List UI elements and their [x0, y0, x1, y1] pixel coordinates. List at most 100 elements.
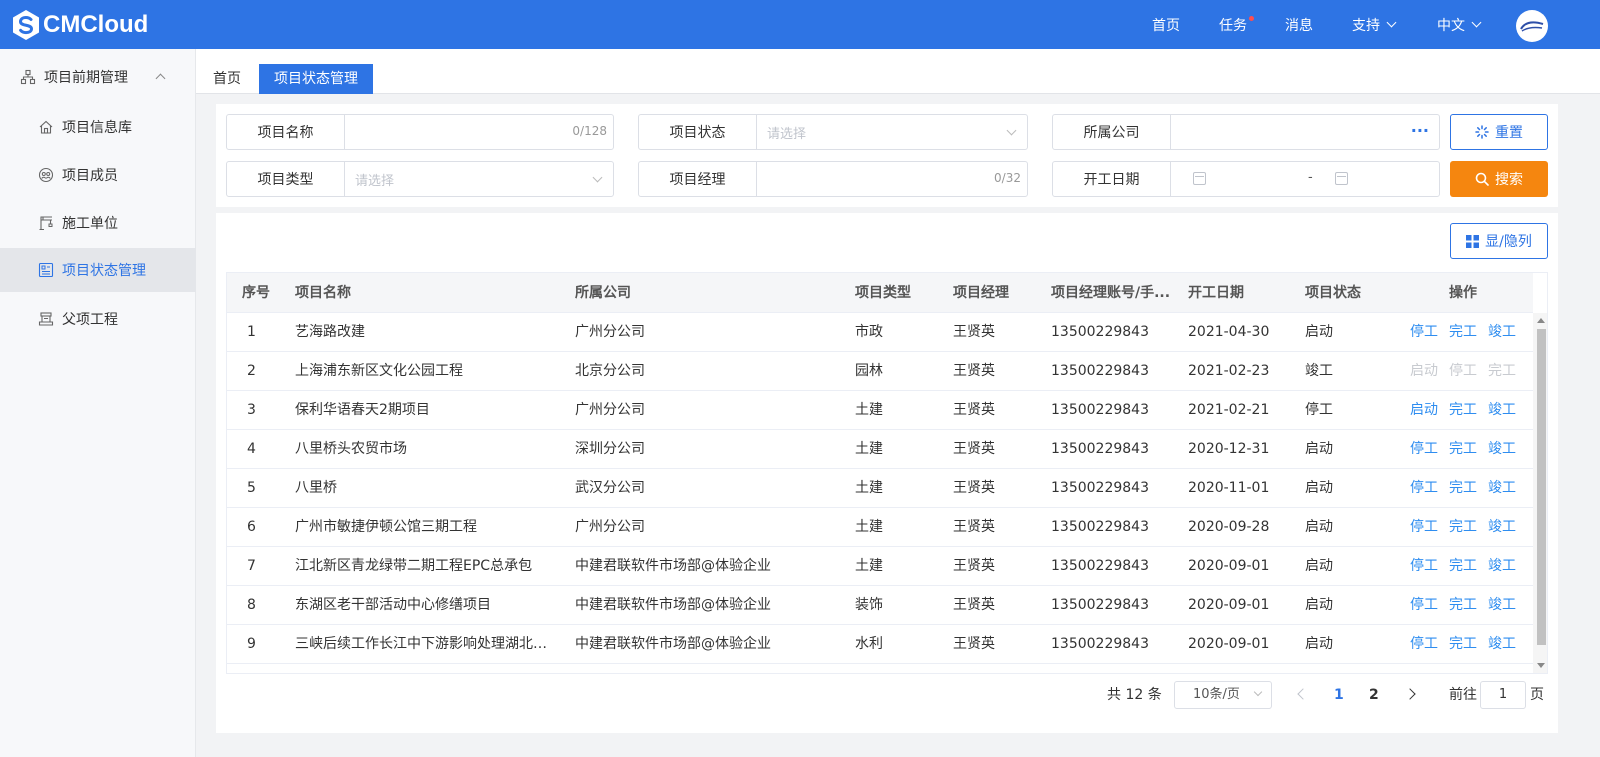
- sidebar-item-project-members[interactable]: 项目成员: [0, 153, 196, 197]
- table-row: 4 八里桥头农贸市场 深圳分公司 土建 王贤英 13500229843 2020-12-31…: [227, 430, 1533, 469]
- row-action-link[interactable]: 竣工: [1488, 430, 1516, 469]
- sidebar-item-project-library[interactable]: 项目信息库: [0, 105, 196, 149]
- loading-icon: [1475, 125, 1489, 139]
- scroll-up-icon[interactable]: [1537, 318, 1545, 323]
- nav-messages-label: 消息: [1285, 17, 1313, 34]
- nav-support-label: 支持: [1352, 17, 1380, 34]
- project-icon: [38, 312, 54, 326]
- scrollbar-thumb[interactable]: [1537, 329, 1546, 645]
- search-label: 搜索: [1495, 172, 1523, 188]
- select-placeholder: 请选择: [355, 173, 395, 189]
- row-action-link[interactable]: 停工: [1410, 313, 1438, 352]
- cell-project-type: 装饰: [855, 597, 883, 613]
- row-action-link[interactable]: 完工: [1449, 430, 1477, 469]
- cell-account: 13500229843: [1051, 636, 1149, 652]
- cell-company: 中建君联软件市场部@体验企业: [575, 636, 771, 652]
- row-action-link[interactable]: 停工: [1410, 508, 1438, 547]
- row-action-link[interactable]: 启动: [1410, 391, 1438, 430]
- chevron-up-icon: [155, 73, 166, 84]
- row-action-link[interactable]: 完工: [1449, 625, 1477, 664]
- cell-status: 停工: [1305, 402, 1333, 418]
- tab-bar: 首页 项目状态管理: [196, 49, 1600, 94]
- cell-index: 8: [247, 597, 256, 613]
- brand-logo[interactable]: CMCloud: [10, 8, 148, 42]
- row-action-link[interactable]: 竣工: [1488, 586, 1516, 625]
- cell-status: 启动: [1305, 441, 1333, 457]
- project-status-select[interactable]: 请选择: [757, 115, 1027, 149]
- project-type-filter: 项目类型 请选择: [226, 161, 614, 197]
- page-size-select[interactable]: 10条/页: [1174, 681, 1272, 709]
- row-action-link[interactable]: 完工: [1449, 547, 1477, 586]
- cell-manager: 王贤英: [953, 324, 995, 340]
- row-action-link[interactable]: 完工: [1449, 586, 1477, 625]
- page-2[interactable]: 2: [1369, 681, 1379, 709]
- cmcloud-logo-icon: [13, 10, 39, 40]
- start-date-filter: 开工日期 -: [1052, 161, 1440, 197]
- org-chart-icon: [20, 69, 36, 85]
- cell-project-name: 东湖区老干部活动中心修缮项目: [295, 597, 491, 613]
- project-type-select[interactable]: 请选择: [345, 162, 613, 196]
- cell-start-date: 2021-04-30: [1188, 324, 1270, 340]
- row-action-link[interactable]: 竣工: [1488, 469, 1516, 508]
- cell-start-date: 2021-02-21: [1188, 402, 1270, 418]
- cell-start-date: 2020-09-01: [1188, 597, 1270, 613]
- cell-company: 广州分公司: [575, 519, 645, 535]
- cell-account: 13500229843: [1051, 558, 1149, 574]
- cell-status: 启动: [1305, 480, 1333, 496]
- nav-tasks[interactable]: 任务: [1219, 0, 1254, 49]
- calendar-icon[interactable]: [1193, 172, 1206, 185]
- column-header: 开工日期: [1188, 285, 1244, 301]
- cell-project-type: 市政: [855, 324, 883, 340]
- row-action-link: 启动: [1410, 363, 1438, 379]
- manager-input[interactable]: 0/32: [757, 162, 1027, 196]
- search-button[interactable]: 搜索: [1450, 161, 1548, 197]
- cell-index: 1: [247, 324, 256, 340]
- toggle-columns-button[interactable]: 显/隐列: [1450, 223, 1548, 259]
- row-action-link[interactable]: 竣工: [1488, 391, 1516, 430]
- row-action-link[interactable]: 停工: [1410, 547, 1438, 586]
- sidebar-group-project-preliminary[interactable]: 项目前期管理: [0, 57, 196, 97]
- sidebar-item-parent-project[interactable]: 父项工程: [0, 297, 196, 341]
- project-name-input[interactable]: 0/128: [345, 115, 613, 149]
- row-action-link[interactable]: 竣工: [1488, 508, 1516, 547]
- date-range-picker[interactable]: -: [1171, 162, 1439, 196]
- chevron-down-icon: [592, 172, 603, 183]
- row-action-link[interactable]: 停工: [1410, 430, 1438, 469]
- calendar-icon[interactable]: [1335, 172, 1348, 185]
- more-options-icon[interactable]: ···: [1411, 121, 1429, 140]
- row-action-link[interactable]: 停工: [1410, 625, 1438, 664]
- sidebar-item-construction-units[interactable]: 施工单位: [0, 201, 196, 245]
- tab-home[interactable]: 首页: [198, 64, 256, 94]
- sidebar-item-project-status[interactable]: 项目状态管理: [0, 248, 196, 292]
- user-avatar[interactable]: [1516, 10, 1548, 42]
- row-action-link[interactable]: 停工: [1410, 469, 1438, 508]
- row-action-link[interactable]: 完工: [1449, 508, 1477, 547]
- vertical-scrollbar[interactable]: [1533, 313, 1547, 673]
- row-action-link[interactable]: 竣工: [1488, 547, 1516, 586]
- column-header: 项目经理账号/手...: [1051, 285, 1171, 301]
- scroll-down-icon[interactable]: [1537, 663, 1545, 668]
- cell-project-name: 江北新区青龙绿带二期工程EPC总承包: [295, 558, 533, 574]
- row-action-link[interactable]: 完工: [1449, 469, 1477, 508]
- sidebar-item-label: 施工单位: [62, 216, 118, 232]
- row-action-link[interactable]: 停工: [1410, 586, 1438, 625]
- page-1[interactable]: 1: [1334, 681, 1344, 709]
- cell-account: 13500229843: [1051, 441, 1149, 457]
- reset-button[interactable]: 重置: [1450, 114, 1548, 150]
- table-row: 8 东湖区老干部活动中心修缮项目 中建君联软件市场部@体验企业 装饰 王贤英 135002…: [227, 586, 1533, 625]
- char-count: 0/128: [572, 124, 607, 138]
- row-action-link[interactable]: 完工: [1449, 313, 1477, 352]
- nav-support[interactable]: 支持: [1352, 0, 1397, 49]
- column-header: 操作: [1449, 285, 1477, 301]
- goto-page-input[interactable]: 1: [1480, 681, 1526, 709]
- row-action-link[interactable]: 竣工: [1488, 625, 1516, 664]
- nav-home[interactable]: 首页: [1152, 0, 1180, 49]
- company-input[interactable]: ···: [1171, 115, 1439, 149]
- cell-index: 3: [247, 402, 256, 418]
- sidebar-group-label: 项目前期管理: [44, 70, 128, 86]
- row-action-link[interactable]: 竣工: [1488, 313, 1516, 352]
- row-action-link[interactable]: 完工: [1449, 391, 1477, 430]
- tab-project-status[interactable]: 项目状态管理: [259, 64, 373, 94]
- language-switcher[interactable]: 中文: [1437, 0, 1482, 49]
- nav-messages[interactable]: 消息: [1285, 0, 1313, 49]
